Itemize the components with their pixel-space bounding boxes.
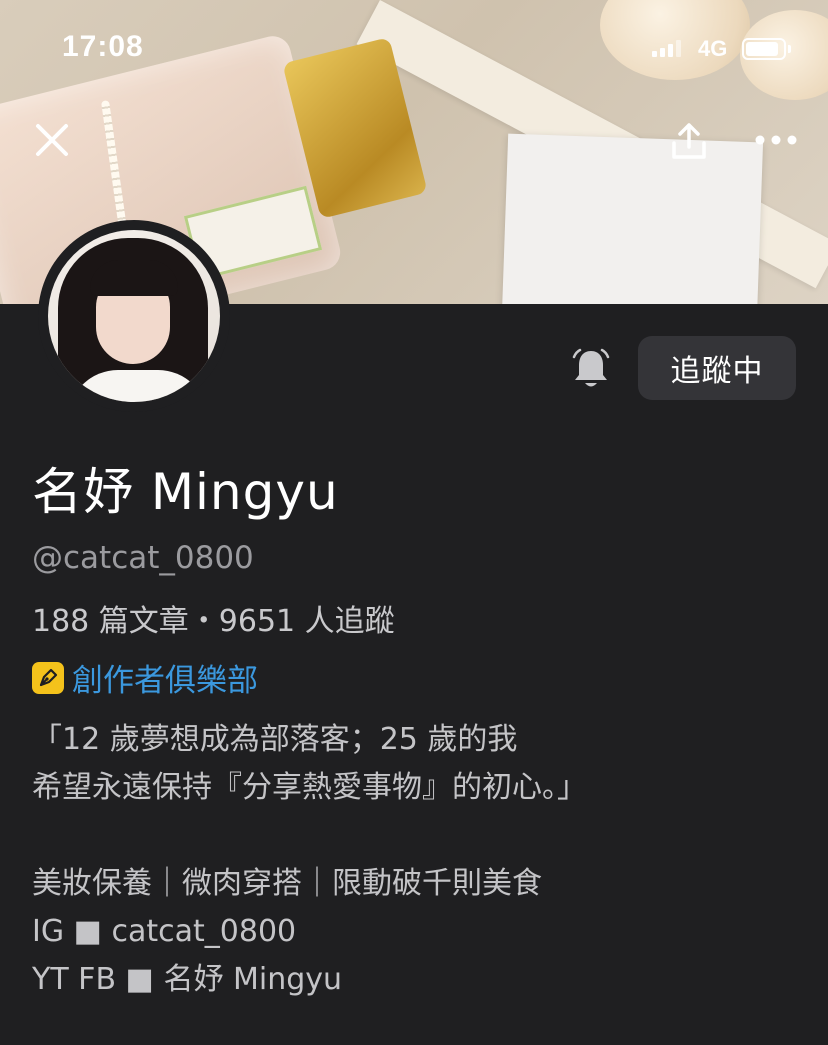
profile-bio: 「12 歲夢想成為部落客；25 歲的我 希望永遠保持『分享熱愛事物』的初心。」 … (32, 716, 812, 1004)
creator-club-label: 創作者俱樂部 (72, 663, 258, 699)
profile-handle: @catcat_0800 (32, 540, 254, 576)
avatar-image (48, 230, 220, 402)
bio-line: 希望永遠保持『分享熱愛事物』的初心。」 (32, 770, 587, 805)
avatar[interactable] (38, 220, 230, 412)
bio-line: IG ■ catcat_0800 (32, 914, 297, 949)
share-button[interactable] (666, 118, 712, 164)
creator-club-badge[interactable]: 創作者俱樂部 (32, 655, 258, 700)
status-bar: 17:08 4G (0, 0, 828, 100)
status-time: 17:08 (62, 30, 144, 63)
bio-line: YT FB ■ 名妤 Mingyu (32, 962, 343, 997)
signal-icon (652, 40, 681, 57)
close-button[interactable] (30, 118, 74, 162)
bio-line: 「12 歲夢想成為部落客；25 歲的我 (32, 722, 518, 757)
bell-icon (572, 348, 610, 387)
battery-icon (742, 38, 786, 60)
network-type: 4G (698, 36, 728, 61)
more-button[interactable] (752, 122, 800, 158)
more-icon (755, 135, 797, 145)
following-button[interactable]: 追蹤中 (638, 336, 796, 400)
bio-line: 美妝保養｜微肉穿搭｜限動破千則美食 (32, 866, 542, 901)
bio-line (32, 812, 812, 860)
profile-name: 名妤 Mingyu (32, 463, 339, 521)
share-icon (672, 123, 706, 159)
close-icon (36, 124, 68, 156)
notification-bell-button[interactable] (566, 344, 616, 394)
pen-icon (32, 661, 64, 694)
profile-stats: 188 篇文章・9651 人追蹤 (32, 604, 395, 639)
card-decoration (501, 133, 764, 304)
battery-tip (788, 45, 791, 53)
